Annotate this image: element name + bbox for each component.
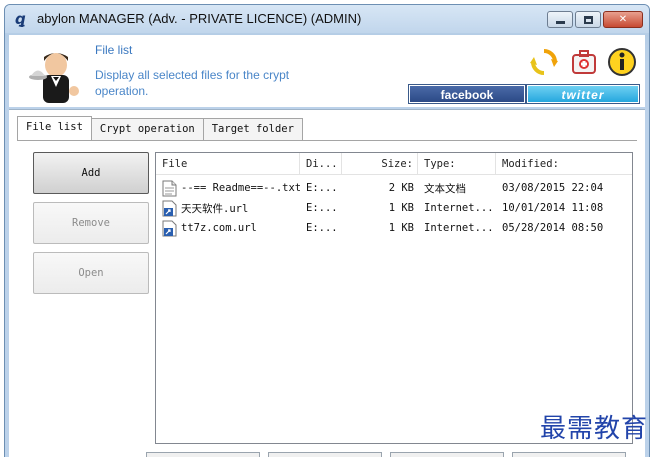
file-modified: 10/01/2014 11:08 [502, 202, 604, 214]
table-row[interactable]: tt7z.com.url E:... 1 KB Internet... 05/2… [156, 218, 632, 238]
column-header-file[interactable]: File [156, 153, 300, 175]
file-directory: E:... [306, 222, 338, 234]
url-file-icon [162, 200, 177, 216]
column-header-directory[interactable]: Di... [300, 153, 342, 175]
file-directory: E:... [306, 202, 338, 214]
bottom-button-row [146, 452, 626, 457]
app-window: ꝗ abylon MANAGER (Adv. - PRIVATE LICENCE… [4, 4, 650, 457]
bottom-button[interactable] [512, 452, 626, 457]
window-controls: ✕ [547, 11, 643, 28]
watermark-text: 最需教育 [540, 414, 649, 444]
title-bar[interactable]: ꝗ abylon MANAGER (Adv. - PRIVATE LICENCE… [5, 5, 649, 33]
tab-divider [17, 140, 637, 141]
bottom-button[interactable] [390, 452, 504, 457]
facebook-button[interactable]: facebook [408, 84, 526, 104]
file-modified: 05/28/2014 08:50 [502, 222, 604, 234]
file-type: 文本文档 [424, 182, 466, 195]
refresh-icon[interactable] [529, 47, 559, 77]
file-name: tt7z.com.url [181, 222, 257, 234]
header-description: Display all selected files for the crypt… [95, 68, 290, 98]
tab-bar: File list Crypt operation Target folder [17, 116, 303, 140]
window-title: abylon MANAGER (Adv. - PRIVATE LICENCE) … [37, 11, 362, 26]
file-name: --== Readme==--.txt [181, 182, 300, 194]
info-icon[interactable] [607, 47, 637, 77]
column-header-size[interactable]: Size: [342, 153, 418, 175]
table-row[interactable]: --== Readme==--.txt E:... 2 KB 文本文档 03/0… [156, 178, 632, 198]
file-type: Internet... [424, 222, 494, 234]
tab-file-list[interactable]: File list [17, 116, 92, 140]
table-row[interactable]: 天天软件.url E:... 1 KB Internet... 10/01/20… [156, 198, 632, 218]
column-header-modified[interactable]: Modified: [496, 153, 632, 175]
list-header: File Di... Size: Type: Modified: [156, 153, 632, 175]
maximize-button[interactable] [575, 11, 601, 28]
remove-button[interactable]: Remove [33, 202, 149, 244]
file-size: 1 KB [388, 202, 414, 214]
url-file-icon [162, 220, 177, 236]
minimize-button[interactable] [547, 11, 573, 28]
header-title: File list [95, 43, 133, 57]
column-header-type[interactable]: Type: [418, 153, 496, 175]
open-button[interactable]: Open [33, 252, 149, 294]
header-panel: File list Display all selected files for… [9, 35, 645, 107]
tab-crypt-operation[interactable]: Crypt operation [90, 118, 204, 140]
close-button[interactable]: ✕ [603, 11, 643, 28]
maximize-icon [583, 15, 593, 24]
tab-target-folder[interactable]: Target folder [202, 118, 303, 140]
file-size: 1 KB [388, 222, 414, 234]
file-list-view[interactable]: File Di... Size: Type: Modified: --== Re… [155, 152, 633, 444]
file-type: Internet... [424, 202, 494, 214]
file-directory: E:... [306, 182, 338, 194]
close-icon: ✕ [618, 14, 628, 25]
help-kit-icon[interactable] [569, 47, 599, 77]
twitter-button[interactable]: twitter [526, 84, 640, 104]
abylon-logo-icon: ꝗ [15, 10, 26, 28]
add-button[interactable]: Add [33, 152, 149, 194]
file-name: 天天软件.url [181, 202, 249, 215]
file-size: 2 KB [388, 182, 414, 194]
bottom-button[interactable] [268, 452, 382, 457]
butler-icon [29, 53, 79, 103]
file-modified: 03/08/2015 22:04 [502, 182, 604, 194]
bottom-button[interactable] [146, 452, 260, 457]
minimize-icon [555, 21, 565, 24]
main-content: File list Crypt operation Target folder … [9, 109, 645, 457]
text-file-icon [162, 180, 177, 196]
